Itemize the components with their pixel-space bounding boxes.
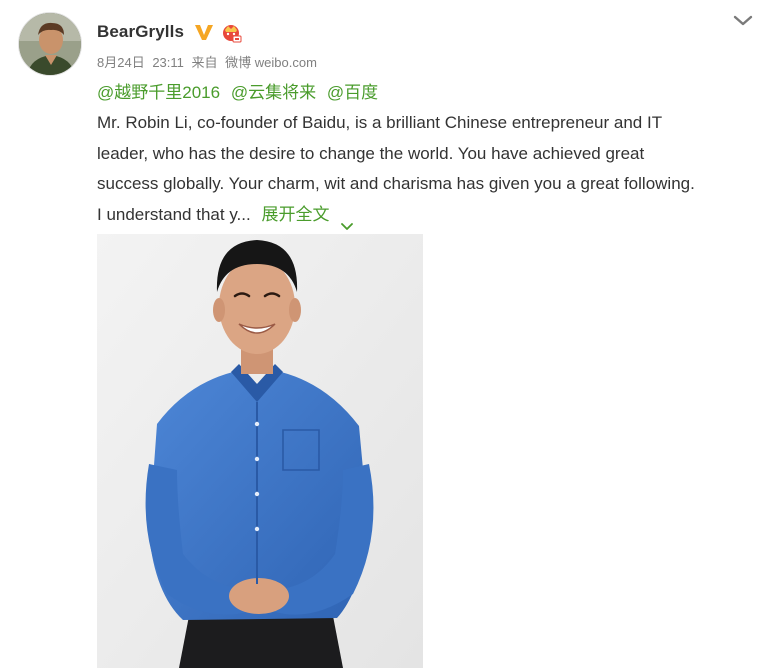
chevron-down-icon bbox=[733, 15, 753, 26]
avatar[interactable] bbox=[18, 12, 82, 76]
weibo-post-card: BearGrylls 8月24日 23:11 来自 微博 weibo.com @… bbox=[0, 0, 768, 668]
post-text-line: success globally. Your charm, wit and ch… bbox=[97, 174, 695, 193]
expand-label[interactable]: 展开全文 bbox=[261, 200, 329, 231]
username[interactable]: BearGrylls bbox=[97, 22, 184, 42]
post-text: Mr. Robin Li, co-founder of Baidu, is a … bbox=[97, 108, 757, 230]
post-photo-illustration bbox=[97, 234, 423, 668]
post-header: BearGrylls bbox=[97, 19, 242, 45]
post-text-line: leader, who has the desire to change the… bbox=[97, 143, 645, 163]
post-text-line-last: I understand that y... 展开全文 bbox=[97, 200, 757, 231]
post-meta: 8月24日 23:11 来自 微博 weibo.com bbox=[97, 52, 321, 71]
expand-full-text-link[interactable]: 展开全文 bbox=[261, 200, 354, 231]
avatar-image bbox=[19, 13, 81, 75]
mentions-line: @越野千里2016 @云集将来 @百度 bbox=[97, 78, 384, 103]
post-time[interactable]: 23:11 bbox=[152, 55, 184, 70]
source-prefix: 来自 bbox=[191, 55, 218, 70]
mention-link[interactable]: @越野千里2016 bbox=[97, 83, 220, 102]
post-text-truncated: I understand that y... bbox=[97, 204, 251, 224]
post-image[interactable] bbox=[97, 234, 423, 668]
post-menu-button[interactable] bbox=[730, 12, 756, 30]
mention-link[interactable]: @百度 bbox=[327, 83, 378, 102]
expand-caret-icon[interactable] bbox=[341, 211, 354, 230]
verified-v-icon[interactable] bbox=[194, 22, 214, 42]
source-name: 微博 weibo.com bbox=[225, 55, 317, 70]
mention-link[interactable]: @云集将来 bbox=[231, 83, 316, 102]
post-text-line: Mr. Robin Li, co-founder of Baidu, is a … bbox=[97, 113, 663, 132]
member-crown-icon[interactable] bbox=[220, 21, 242, 43]
post-date[interactable]: 8月24日 bbox=[97, 55, 145, 70]
